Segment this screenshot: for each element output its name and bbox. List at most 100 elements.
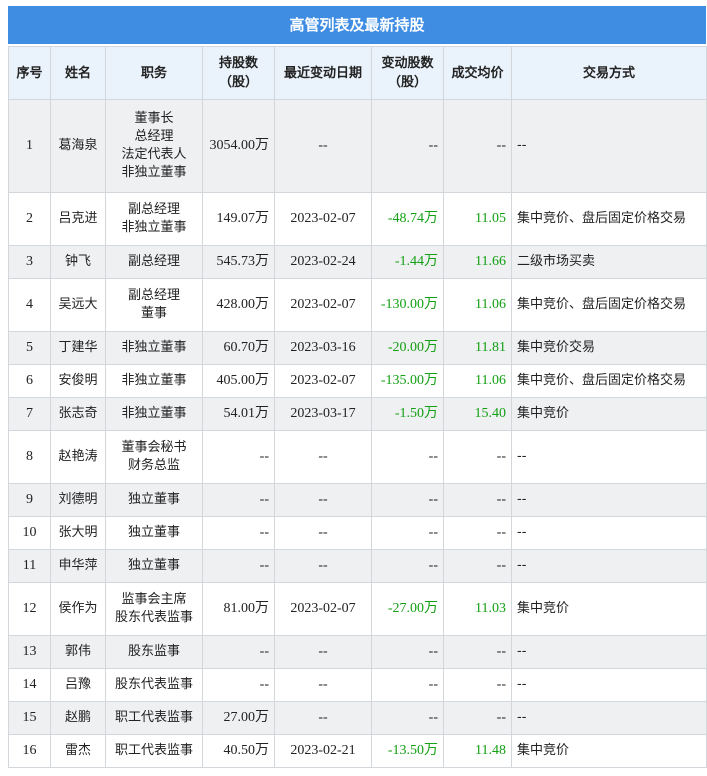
table-row: 16 雷杰 职工代表监事 40.50万 2023-02-21 -13.50万 11.48 集中…: [8, 734, 707, 768]
avg-price: --: [443, 430, 512, 484]
trade-method: --: [511, 635, 707, 669]
position-title: 职工代表监事: [114, 710, 193, 725]
shares-held: 149.07万: [202, 192, 275, 246]
position-title: 董事会秘书: [121, 440, 187, 455]
position-title: 非独立董事: [121, 340, 187, 355]
table-row: 6 安俊明 非独立董事 405.00万 2023-02-07 -135.00万 11.06 集…: [8, 364, 707, 398]
executive-positions: 副总经理 非独立董事: [105, 192, 203, 246]
table-row: 5 丁建华 非独立董事 60.70万 2023-03-16 -20.00万 11.81 集中竞…: [8, 331, 707, 365]
table-row: 3 钟飞 副总经理 545.73万 2023-02-24 -1.44万 11.66 二级市场买…: [8, 245, 707, 279]
executive-name: 赵艳涛: [50, 430, 106, 484]
row-index: 11: [8, 549, 51, 583]
shares-held: 3054.00万: [202, 99, 275, 193]
avg-price: 11.06: [443, 364, 512, 398]
avg-price: --: [443, 516, 512, 550]
header-change-shares: 变动股数 （股）: [371, 46, 444, 100]
header-shares: 持股数 （股）: [202, 46, 275, 100]
shares-held: --: [202, 668, 275, 702]
executive-positions: 职工代表监事: [105, 701, 203, 735]
executive-name: 赵鹏: [50, 701, 106, 735]
trade-method: 集中竞价: [511, 397, 707, 431]
shares-changed: -27.00万: [371, 582, 444, 636]
position-title: 独立董事: [127, 492, 180, 507]
header-name: 姓名: [50, 46, 106, 100]
change-date: --: [274, 635, 372, 669]
shares-changed: -48.74万: [371, 192, 444, 246]
header-trade-method: 交易方式: [511, 46, 707, 100]
trade-method: 集中竞价交易: [511, 331, 707, 365]
shares-held: 60.70万: [202, 331, 275, 365]
shares-changed: --: [371, 701, 444, 735]
position-title: 独立董事: [127, 558, 180, 573]
row-index: 6: [8, 364, 51, 398]
row-index: 2: [8, 192, 51, 246]
change-date: --: [274, 549, 372, 583]
row-index: 1: [8, 99, 51, 193]
table-row: 10 张大明 独立董事 -- -- -- -- --: [8, 516, 707, 550]
shares-changed: -1.44万: [371, 245, 444, 279]
change-date: 2023-02-07: [274, 364, 372, 398]
position-title: 财务总监: [127, 458, 180, 473]
change-date: 2023-03-16: [274, 331, 372, 365]
executive-name: 丁建华: [50, 331, 106, 365]
row-index: 9: [8, 483, 51, 517]
trade-method: 集中竞价: [511, 582, 707, 636]
position-title: 非独立董事: [121, 373, 187, 388]
shares-changed: --: [371, 430, 444, 484]
trade-method: 集中竞价、盘后固定价格交易: [511, 192, 707, 246]
change-date: --: [274, 483, 372, 517]
table-row: 14 吕豫 股东代表监事 -- -- -- -- --: [8, 668, 707, 702]
table-title: 高管列表及最新持股: [8, 6, 706, 44]
executive-positions: 职工代表监事: [105, 734, 203, 768]
header-line: 变动股数: [381, 56, 434, 71]
trade-method: --: [511, 99, 707, 193]
position-title: 副总经理: [127, 254, 180, 269]
row-index: 16: [8, 734, 51, 768]
shares-held: --: [202, 483, 275, 517]
executive-name: 安俊明: [50, 364, 106, 398]
shares-held: 81.00万: [202, 582, 275, 636]
shares-changed: -130.00万: [371, 278, 444, 332]
position-title: 董事: [140, 306, 167, 321]
header-position: 职务: [105, 46, 203, 100]
shares-changed: --: [371, 635, 444, 669]
trade-method: --: [511, 430, 707, 484]
executive-positions: 董事会秘书 财务总监: [105, 430, 203, 484]
executive-positions: 非独立董事: [105, 397, 203, 431]
position-title: 非独立董事: [121, 165, 187, 180]
row-index: 7: [8, 397, 51, 431]
shares-held: 54.01万: [202, 397, 275, 431]
position-title: 监事会主席: [121, 592, 187, 607]
header-line: （股）: [387, 75, 427, 90]
executive-name: 张志奇: [50, 397, 106, 431]
avg-price: --: [443, 99, 512, 193]
executive-holdings-table: 序号 姓名 职务 持股数 （股） 最近变动日期 变动股数 （股） 成交均价 交易方式…: [8, 46, 707, 768]
trade-method: --: [511, 549, 707, 583]
position-title: 股东代表监事: [114, 677, 193, 692]
shares-held: --: [202, 430, 275, 484]
position-title: 非独立董事: [121, 220, 187, 235]
executive-positions: 副总经理: [105, 245, 203, 279]
shares-held: 545.73万: [202, 245, 275, 279]
shares-changed: -135.00万: [371, 364, 444, 398]
executive-positions: 非独立董事: [105, 331, 203, 365]
executive-name: 张大明: [50, 516, 106, 550]
avg-price: 11.06: [443, 278, 512, 332]
position-title: 非独立董事: [121, 406, 187, 421]
shares-held: 40.50万: [202, 734, 275, 768]
avg-price: --: [443, 483, 512, 517]
trade-method: --: [511, 701, 707, 735]
avg-price: --: [443, 668, 512, 702]
header-change-date: 最近变动日期: [274, 46, 372, 100]
avg-price: --: [443, 701, 512, 735]
trade-method: --: [511, 483, 707, 517]
header-index: 序号: [8, 46, 51, 100]
row-index: 15: [8, 701, 51, 735]
change-date: --: [274, 701, 372, 735]
position-title: 股东代表监事: [114, 610, 193, 625]
table-row: 9 刘德明 独立董事 -- -- -- -- --: [8, 483, 707, 517]
position-title: 职工代表监事: [114, 743, 193, 758]
shares-changed: --: [371, 516, 444, 550]
executive-name: 钟飞: [50, 245, 106, 279]
avg-price: --: [443, 549, 512, 583]
